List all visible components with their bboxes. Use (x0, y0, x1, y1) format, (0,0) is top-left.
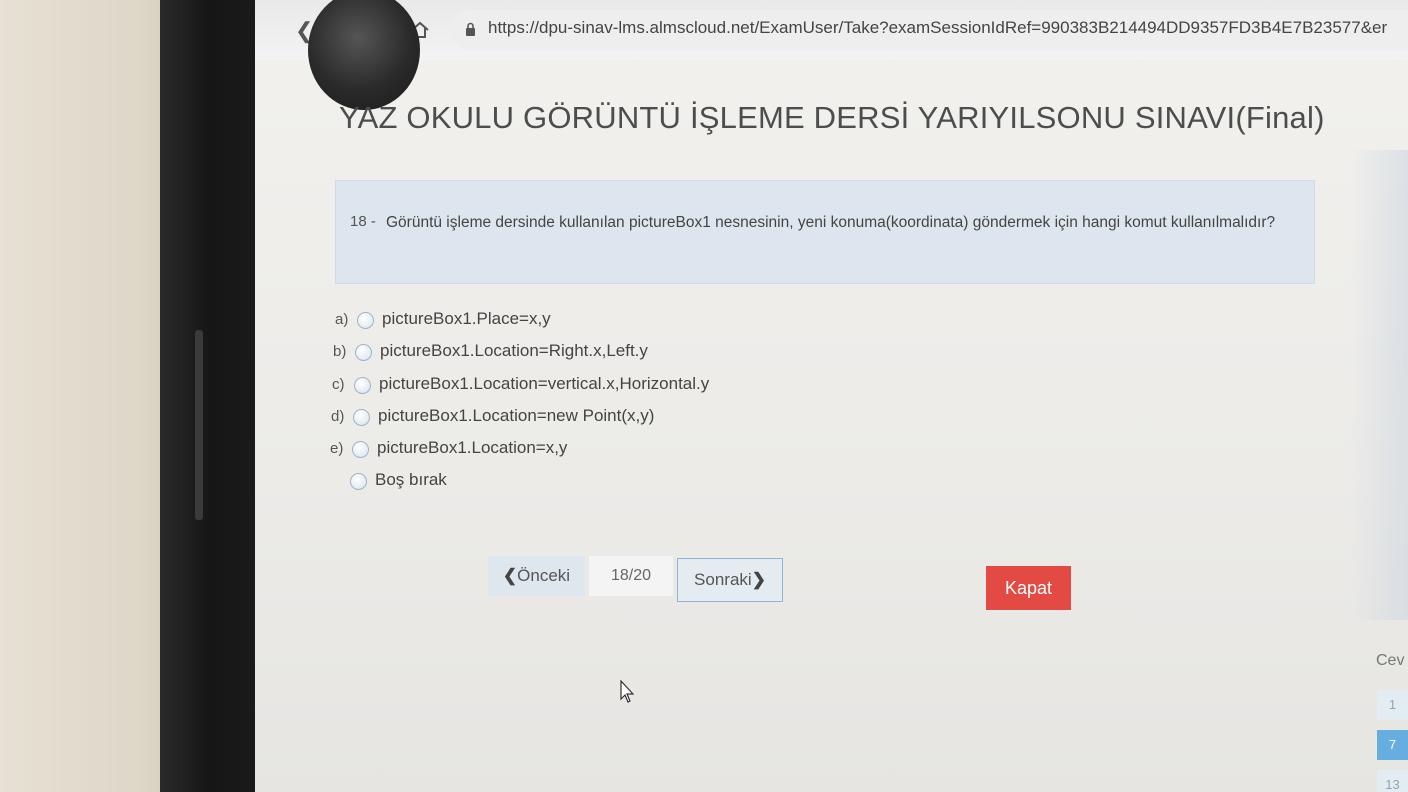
option-letter: c) (332, 376, 345, 393)
radio-button[interactable] (350, 473, 367, 490)
side-panel-shadow (1350, 150, 1408, 620)
radio-button[interactable] (353, 409, 370, 426)
question-text: Görüntü işleme dersinde kullanılan pictu… (386, 214, 1276, 231)
option-label: pictureBox1.Location=Right.x,Left.y (380, 341, 648, 360)
answers-panel-label: Cev (1376, 652, 1405, 669)
monitor-bezel-edge (195, 330, 203, 520)
question-nav-item-active[interactable]: 7 (1377, 730, 1408, 760)
option-label: Boş bırak (375, 470, 447, 489)
radio-button[interactable] (355, 344, 372, 361)
option-letter: b) (333, 343, 347, 360)
question-nav-item[interactable]: 1 (1377, 690, 1408, 720)
radio-button[interactable] (357, 312, 374, 329)
question-panel: 18 - Görüntü işleme dersinde kullanılan … (335, 180, 1315, 284)
option-label: pictureBox1.Place=x,y (382, 309, 551, 328)
next-button[interactable]: Sonraki❯ (677, 558, 783, 602)
option-label: pictureBox1.Location=x,y (377, 438, 568, 457)
url-text: https://dpu-sinav-lms.almscloud.net/Exam… (488, 18, 1388, 37)
radio-button[interactable] (354, 377, 371, 394)
previous-label: Önceki (517, 566, 571, 585)
page-counter: 18/20 (589, 556, 673, 596)
browser-screen: ❮ https://dpu-sinav-lms.almscloud.net/Ex… (255, 0, 1408, 792)
question-nav-item[interactable]: 13 (1377, 770, 1408, 792)
browser-toolbar: ❮ https://dpu-sinav-lms.almscloud.net/Ex… (255, 0, 1408, 60)
close-button[interactable]: Kapat (986, 566, 1071, 610)
next-label: Sonraki (694, 570, 752, 589)
option-letter: d) (331, 408, 345, 425)
previous-button[interactable]: ❮Önceki (488, 556, 585, 596)
mouse-cursor-icon (620, 680, 634, 703)
chevron-right-icon: ❯ (751, 570, 766, 589)
option-label: pictureBox1.Location=vertical.x,Horizont… (379, 374, 710, 393)
webcam-occluder (308, 0, 420, 110)
exam-title: YAZ OKULU GÖRÜNTÜ İŞLEME DERSİ YARIYILSO… (339, 100, 1325, 135)
question-number: 18 - (350, 213, 376, 230)
option-label: pictureBox1.Location=new Point(x,y) (378, 406, 655, 425)
radio-button[interactable] (352, 441, 369, 458)
option-letter: e) (330, 440, 344, 457)
option-letter: a) (335, 311, 349, 328)
chevron-left-icon: ❮ (502, 566, 518, 585)
lock-icon (466, 22, 475, 36)
